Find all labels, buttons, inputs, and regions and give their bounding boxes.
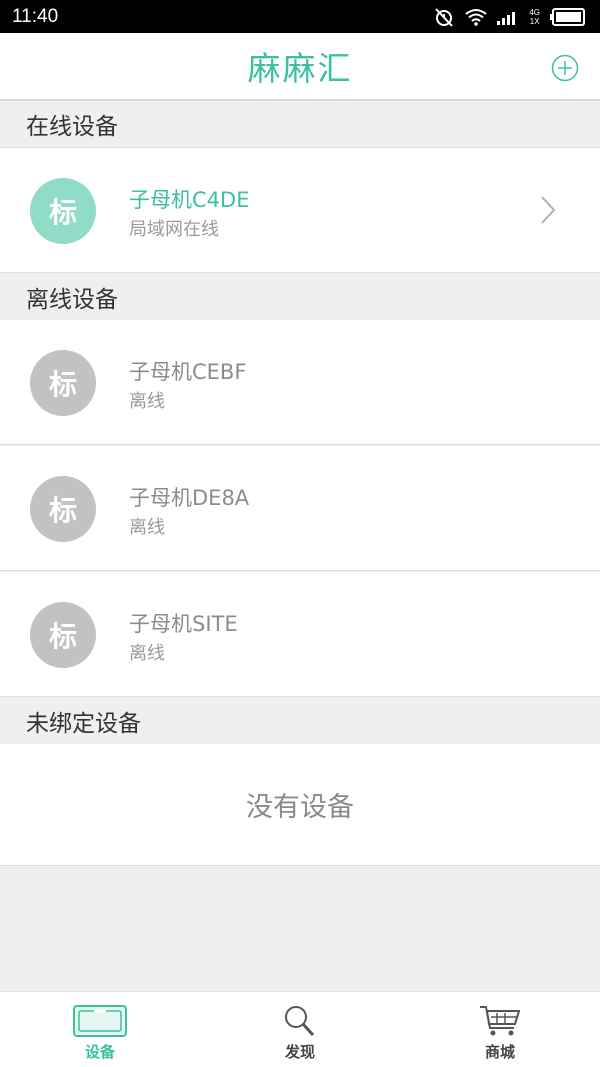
- tab-label: 商城: [484, 1043, 515, 1061]
- add-device-button[interactable]: [550, 53, 580, 83]
- tab-discover[interactable]: 发现: [200, 992, 400, 1067]
- app-bar: 麻麻汇: [0, 33, 600, 101]
- status-time: 11:40: [12, 5, 59, 27]
- avatar: 标: [30, 476, 96, 542]
- device-status: 离线: [129, 643, 165, 664]
- tab-label: 发现: [284, 1043, 315, 1061]
- tab-mall[interactable]: 商城: [400, 992, 600, 1067]
- alarm-off-icon: [433, 6, 455, 28]
- chevron-right-icon: [540, 195, 556, 229]
- signal-icon: [497, 9, 519, 25]
- device-row-offline[interactable]: 标 子母机DE8A 离线: [0, 446, 600, 571]
- device-status: 局域网在线: [129, 219, 219, 240]
- cart-icon: [480, 1006, 521, 1036]
- device-row-offline[interactable]: 标 子母机SITE 离线: [0, 572, 600, 697]
- page-title: 麻麻汇: [247, 49, 353, 88]
- tab-label: 设备: [84, 1043, 115, 1061]
- avatar: 标: [30, 602, 96, 668]
- device-row-online[interactable]: 标 子母机C4DE 局域网在线: [0, 148, 600, 273]
- empty-state-text: 没有设备: [246, 792, 354, 823]
- wifi-icon: [465, 8, 487, 26]
- device-name: 子母机C4DE: [129, 188, 250, 212]
- device-status: 离线: [129, 517, 165, 538]
- tab-devices[interactable]: 设备: [0, 992, 200, 1067]
- device-name: 子母机DE8A: [129, 486, 250, 510]
- avatar: 标: [30, 350, 96, 416]
- search-icon: [285, 1006, 315, 1037]
- plus-circle-icon: [551, 54, 579, 82]
- avatar: 标: [30, 178, 96, 244]
- device-name: 子母机CEBF: [129, 360, 247, 384]
- section-header-online: 在线设备: [0, 101, 600, 148]
- device-row-offline[interactable]: 标 子母机CEBF 离线: [0, 320, 600, 445]
- device-icon: [73, 1005, 127, 1037]
- battery-icon: [550, 7, 586, 26]
- bottom-tab-bar: 设备 发现 商城: [0, 991, 600, 1067]
- status-bar: 11:40 4G 1X: [0, 0, 600, 33]
- device-status: 离线: [129, 391, 165, 412]
- section-header-offline: 离线设备: [0, 274, 600, 321]
- section-header-unbound: 未绑定设备: [0, 698, 600, 745]
- status-icons: 4G 1X: [433, 6, 586, 28]
- network-type: 4G 1X: [529, 7, 540, 26]
- device-name: 子母机SITE: [129, 612, 238, 636]
- empty-state: 没有设备: [0, 744, 600, 866]
